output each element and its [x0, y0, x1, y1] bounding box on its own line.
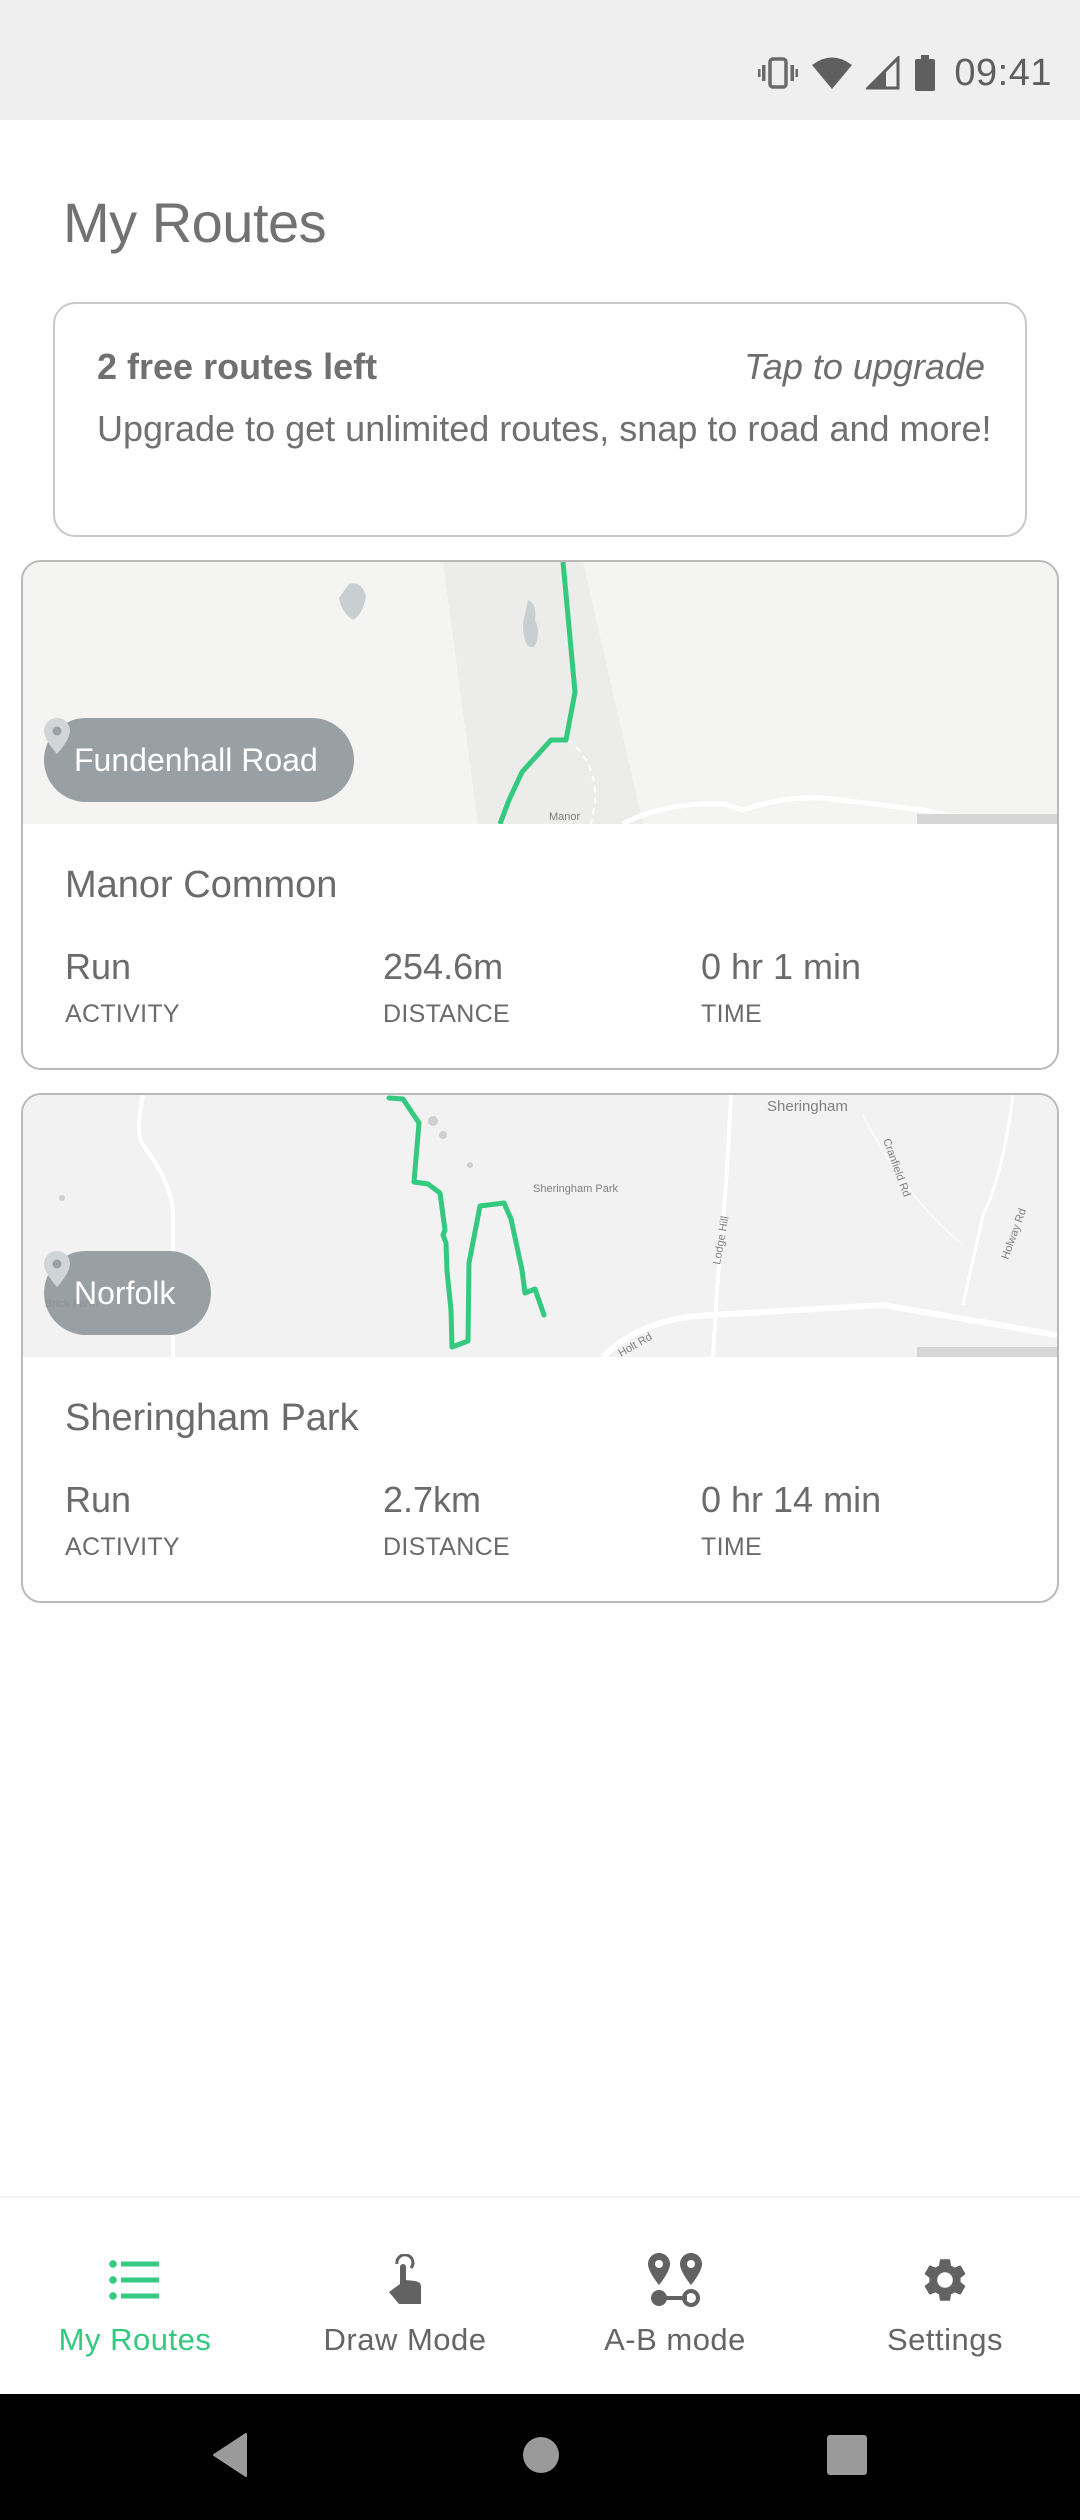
stat-value: 254.6m: [383, 946, 504, 987]
list-icon: [109, 2250, 161, 2310]
stat-distance: 254.6m DISTANCE: [383, 946, 510, 1029]
stat-distance: 2.7km DISTANCE: [383, 1479, 510, 1562]
page-title: My Routes: [63, 191, 327, 254]
nav-item-draw-mode[interactable]: Draw Mode: [270, 2198, 540, 2394]
location-name: Norfolk: [74, 1274, 176, 1311]
status-time: 09:41: [954, 51, 1052, 94]
stat-value: Run: [65, 946, 132, 987]
wifi-icon: [812, 56, 853, 90]
route-name: Sheringham Park: [65, 1397, 359, 1439]
stat-label: TIME: [701, 1000, 762, 1028]
free-routes-left: 2 free routes left: [97, 346, 378, 387]
location-pin-icon: [44, 718, 70, 754]
stat-label: TIME: [701, 1533, 762, 1561]
stat-time: 0 hr 14 min TIME: [701, 1479, 881, 1562]
stat-value: Run: [65, 1479, 132, 1520]
vibrate-icon: [758, 56, 799, 90]
map-label: Manor: [549, 811, 581, 823]
stat-label: ACTIVITY: [65, 1000, 180, 1028]
nav-item-ab-mode[interactable]: A-B mode: [540, 2198, 810, 2394]
location-name: Fundenhall Road: [74, 741, 318, 778]
nav-label: My Routes: [58, 2322, 212, 2357]
location-pill: Norfolk: [44, 1251, 212, 1335]
bottom-nav: My Routes Draw Mode A-B mode Settings: [0, 2196, 1080, 2394]
location-pin-icon: [44, 1251, 70, 1287]
upgrade-banner[interactable]: 2 free routes left Tap to upgrade Upgrad…: [53, 302, 1027, 537]
map-attribution[interactable]: [917, 1347, 1057, 1357]
battery-icon: [914, 55, 936, 91]
home-icon[interactable]: [522, 2432, 560, 2483]
tap-to-upgrade-link[interactable]: Tap to upgrade: [744, 346, 985, 388]
stat-value: 0 hr 1 min: [701, 946, 862, 987]
touch-icon: [385, 2250, 425, 2310]
location-pill: Fundenhall Road: [44, 718, 354, 802]
stat-label: DISTANCE: [383, 1000, 510, 1028]
ab-route-icon: [648, 2250, 702, 2310]
map-label: Sheringham: [767, 1098, 848, 1115]
stat-label: DISTANCE: [383, 1533, 510, 1561]
route-map: Sheringham Sheringham Park Cranfield Rd …: [23, 1095, 1057, 1357]
route-name: Manor Common: [65, 864, 338, 906]
nav-label: A-B mode: [604, 2322, 746, 2357]
route-card[interactable]: Sheringham Sheringham Park Cranfield Rd …: [21, 1093, 1059, 1603]
map-label: Sheringham Park: [533, 1183, 618, 1195]
route-map: Manor Fundenhall Road: [23, 562, 1057, 824]
nav-label: Draw Mode: [323, 2322, 487, 2357]
system-nav-bar: [0, 2394, 1080, 2520]
stat-label: ACTIVITY: [65, 1533, 180, 1561]
stat-activity: Run ACTIVITY: [65, 946, 180, 1029]
gear-icon: [919, 2250, 971, 2310]
stat-value: 2.7km: [383, 1479, 482, 1520]
stat-time: 0 hr 1 min TIME: [701, 946, 861, 1029]
stat-value: 0 hr 14 min: [701, 1479, 882, 1520]
nav-label: Settings: [886, 2322, 1003, 2357]
recents-icon[interactable]: [826, 2432, 868, 2483]
stat-activity: Run ACTIVITY: [65, 1479, 180, 1562]
route-card[interactable]: Manor Fundenhall Road Manor Common Run A…: [21, 560, 1059, 1070]
back-icon[interactable]: [210, 2432, 250, 2483]
status-bar: 09:41: [0, 0, 1080, 120]
nav-item-settings[interactable]: Settings: [810, 2198, 1080, 2394]
nav-item-my-routes[interactable]: My Routes: [0, 2198, 270, 2394]
upgrade-description: Upgrade to get unlimited routes, snap to…: [97, 408, 992, 449]
cell-signal-icon: [866, 56, 900, 90]
map-attribution[interactable]: [917, 814, 1057, 824]
